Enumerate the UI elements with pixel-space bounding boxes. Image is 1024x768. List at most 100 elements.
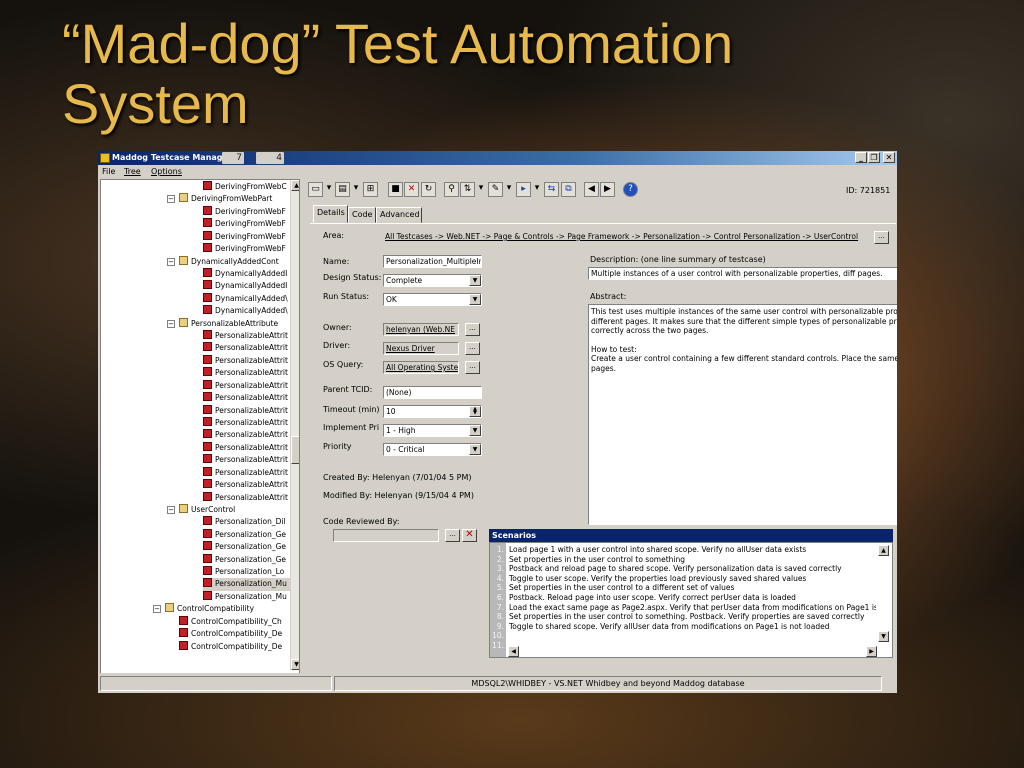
scenario-row[interactable]: 9. Toggle to shared scope. Verify allUser… [490,622,876,632]
os-query-field[interactable]: All Operating Syste [383,361,459,374]
tree-item[interactable]: DynamicallyAdded\ [203,292,290,306]
tree-item[interactable]: PersonalizableAttrit [203,429,290,442]
tree-item[interactable]: Personalization_Ge [203,553,290,567]
copy-icon[interactable]: ⧉ [561,182,576,197]
tree-item[interactable]: PersonalizableAttrit [203,416,290,430]
tab-code[interactable]: Code [348,207,376,223]
tree-item[interactable]: PersonalizableAttrit [203,367,290,380]
new-icon[interactable]: ▭ [308,182,323,197]
scenario-row[interactable]: 7. Load the exact same page as Page2.aspx… [490,603,876,613]
link-icon[interactable]: ⇆ [544,182,559,197]
tree-item[interactable]: Personalization_Dil [203,516,290,529]
tree-item[interactable]: PersonalizableAttribute [179,317,290,331]
refresh-icon[interactable]: ↻ [421,182,436,197]
scenario-row[interactable]: 6. Postback. Reload page into user scope.… [490,593,876,603]
collapse-toggle-icon[interactable]: − [167,257,175,266]
tree-item[interactable]: ControlCompatibility_De [179,628,290,641]
tree-item[interactable]: DerivingFromWebF [203,230,290,244]
menu-options[interactable]: Options [151,165,182,179]
restore-button[interactable]: ❐ [868,152,880,163]
abstract-textarea[interactable]: This test uses multiple instances of the… [588,304,897,525]
tree-view-icon[interactable]: ⊞ [363,182,378,197]
tree-item[interactable]: UserControl [179,503,290,517]
scenario-scroll-down-icon[interactable]: ▼ [878,631,889,642]
close-button[interactable]: ✕ [883,152,895,163]
scenario-scroll-left-icon[interactable]: ◀ [508,646,519,657]
clear-reviewer-icon[interactable]: ✕ [462,529,477,542]
scenario-row[interactable]: 8. Set properties in the user control to … [490,612,876,622]
scenario-row[interactable]: 11. [490,641,876,651]
spinner-icon[interactable]: ▲ ▼ [469,406,481,417]
menu-tree[interactable]: Tree [124,165,141,179]
scenario-row[interactable]: 4. Toggle to user scope. Verify the prope… [490,574,876,584]
chevron-down-icon[interactable]: ▼ [469,425,481,436]
scenario-scroll-right-icon[interactable]: ▶ [866,646,877,657]
testcase-tree[interactable]: ▲ ▼ ◀ ▶ DerivingFromWebCDerivingFromWebP… [100,179,300,684]
tree-item[interactable]: DerivingFromWebPart [179,193,290,206]
code-reviewed-browse-button[interactable]: ... [445,529,460,542]
scenario-row[interactable]: 10. [490,631,876,641]
forward-arrow-icon[interactable]: ▶ [600,182,615,197]
tree-item[interactable]: PersonalizableAttrit [203,404,290,418]
priority-select[interactable]: 0 - Critical ▼ [383,443,482,456]
window-titlebar[interactable]: Maddog Testcase Manager 7 4 _ ❐ ✕ [98,151,897,165]
scenario-row[interactable]: 5. Set properties in the user control to … [490,583,876,593]
implement-pri-select[interactable]: 1 - High ▼ [383,424,482,437]
chevron-down-icon[interactable]: ▼ [469,444,481,455]
run-icon[interactable]: ▸ [516,182,531,197]
tree-item[interactable]: PersonalizableAttrit [203,466,290,480]
sort-icon[interactable]: ⇅ [460,182,475,197]
parent-tcid-field[interactable]: (None) [383,386,482,399]
menu-file[interactable]: File [102,165,115,179]
tree-item[interactable]: ControlCompatibility_De [179,640,290,654]
area-browse-button[interactable]: ... [874,231,889,244]
tree-item[interactable]: PersonalizableAttrit [203,330,290,343]
tree-item[interactable]: PersonalizableAttrit [203,379,290,393]
tree-item[interactable]: DerivingFromWebF [203,218,290,231]
tree-item[interactable]: DerivingFromWebF [203,243,290,256]
edit-icon[interactable]: ✎ [488,182,503,197]
timeout-field[interactable]: 10 ▲ ▼ [383,405,482,418]
tab-advanced[interactable]: Advanced [376,207,422,223]
back-arrow-icon[interactable]: ◀ [584,182,599,197]
delete-icon[interactable]: ✕ [404,182,419,197]
tree-item[interactable]: Personalization_Ge [203,541,290,554]
tree-item[interactable]: Personalization_Lo [203,566,290,579]
driver-browse-button[interactable]: ... [465,342,480,355]
tree-item[interactable]: DynamicallyAddedCont [179,255,290,269]
tree-item[interactable]: Personalization_Mu [203,590,290,604]
tree-item[interactable]: PersonalizableAttrit [203,354,290,368]
stop-icon[interactable]: ■ [388,182,403,197]
open-folder-icon[interactable]: ▤ [335,182,350,197]
help-icon[interactable]: ? [623,182,638,197]
description-field[interactable]: Multiple instances of a user control wit… [588,267,897,280]
scenario-row[interactable]: 3. Postback and reload page to shared sco… [490,564,876,574]
collapse-toggle-icon[interactable]: − [153,605,161,614]
edit-dropdown-icon[interactable]: ▾ [505,182,513,197]
sort-dropdown-icon[interactable]: ▾ [477,182,485,197]
tree-item[interactable]: DynamicallyAdded\ [203,305,290,318]
owner-browse-button[interactable]: ... [465,323,480,336]
tree-item[interactable]: PersonalizableAttrit [203,479,290,492]
tree-item[interactable]: PersonalizableAttrit [203,491,290,505]
tree-item[interactable]: DerivingFromWebC [203,181,290,194]
new-dropdown-icon[interactable]: ▾ [325,182,333,197]
tree-item[interactable]: ControlCompatibility [165,603,290,616]
driver-field[interactable]: Nexus Driver [383,342,459,355]
os-query-browse-button[interactable]: ... [465,361,480,374]
scroll-up-arrow-icon[interactable]: ▲ [291,180,299,191]
scroll-down-arrow-icon[interactable]: ▼ [291,659,299,670]
collapse-toggle-icon[interactable]: − [167,319,175,328]
open-dropdown-icon[interactable]: ▾ [352,182,360,197]
find-icon[interactable]: ⚲ [444,182,459,197]
tree-item[interactable]: PersonalizableAttrit [203,342,290,355]
scenario-row[interactable]: 2. Set properties in the user control to … [490,555,876,565]
tree-item[interactable]: PersonalizableAttrit [203,441,290,455]
scenario-scroll-up-icon[interactable]: ▲ [878,545,889,556]
area-path-link[interactable]: All Testcases -> Web.NET -> Page & Contr… [383,231,871,244]
tree-item[interactable]: PersonalizableAttrit [203,454,290,467]
name-field[interactable]: Personalization_MultipleIn [383,255,482,268]
design-status-select[interactable]: Complete ▼ [383,274,482,287]
code-reviewed-field[interactable] [333,529,439,542]
collapse-toggle-icon[interactable]: − [167,505,175,514]
